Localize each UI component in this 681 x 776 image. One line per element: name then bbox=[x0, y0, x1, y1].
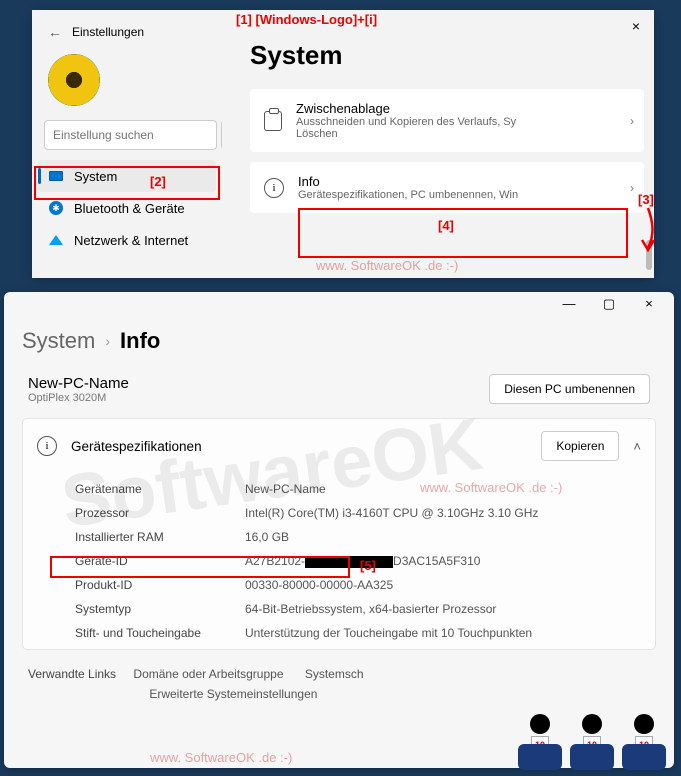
spec-title: Gerätespezifikationen bbox=[71, 439, 527, 454]
minimize-button[interactable]: — bbox=[552, 296, 586, 312]
sidebar-item-network[interactable]: Netzwerk & Internet bbox=[38, 224, 216, 256]
settings-window: ← Einstellungen ⌕ System ✱ Bluetooth & G… bbox=[32, 10, 654, 278]
link-advanced[interactable]: Erweiterte Systemeinstellungen bbox=[149, 684, 317, 704]
spec-row: ProzessorIntel(R) Core(TM) i3-4160T CPU … bbox=[75, 501, 651, 525]
spec-row: Systemtyp64-Bit-Betriebssystem, x64-basi… bbox=[75, 597, 651, 621]
page-title: System bbox=[250, 10, 644, 89]
sidebar-item-label: Bluetooth & Geräte bbox=[74, 201, 185, 216]
chevron-right-icon: › bbox=[630, 114, 634, 128]
spec-row-ram: Installierter RAM16,0 GB bbox=[75, 525, 651, 549]
link-domain[interactable]: Domäne oder Arbeitsgruppe bbox=[133, 664, 283, 684]
bluetooth-icon: ✱ bbox=[48, 200, 64, 216]
pc-model: OptiPlex 3020M bbox=[28, 392, 129, 404]
back-icon[interactable]: ← bbox=[48, 24, 62, 40]
info-icon: i bbox=[264, 178, 284, 198]
tile-subtitle: Ausschneiden und Kopieren des Verlaufs, … bbox=[296, 116, 516, 128]
settings-main: × System Zwischenablage Ausschneiden und… bbox=[222, 10, 654, 278]
sidebar-item-bluetooth[interactable]: ✱ Bluetooth & Geräte bbox=[38, 192, 216, 224]
tile-subtitle-2: Löschen bbox=[296, 128, 516, 140]
links-label: Verwandte Links bbox=[28, 667, 116, 681]
user-avatar[interactable] bbox=[48, 54, 100, 106]
info-icon: i bbox=[37, 436, 57, 456]
info-window: — ▢ × System › Info New-PC-Name OptiPlex… bbox=[4, 292, 674, 768]
spec-row: Stift- und ToucheingabeUnterstützung der… bbox=[75, 621, 651, 645]
judge-icon: 10 bbox=[621, 714, 667, 770]
sidebar-header: ← Einstellungen bbox=[38, 16, 216, 48]
judge-icon: 10 bbox=[517, 714, 563, 770]
sidebar-item-label: Netzwerk & Internet bbox=[74, 233, 188, 248]
pc-name: New-PC-Name bbox=[28, 375, 129, 392]
breadcrumb-info: Info bbox=[120, 328, 160, 354]
spec-row: GerätenameNew-PC-Name bbox=[75, 477, 651, 501]
scrollbar[interactable] bbox=[646, 240, 652, 270]
pc-name-row: New-PC-Name OptiPlex 3020M Diesen PC umb… bbox=[22, 368, 656, 418]
spec-header[interactable]: i Gerätespezifikationen Kopieren ˄ bbox=[23, 419, 655, 473]
copy-button[interactable]: Kopieren bbox=[541, 431, 619, 461]
link-system-protection[interactable]: Systemsch bbox=[305, 664, 364, 684]
redacted-bar bbox=[305, 556, 393, 568]
chevron-up-icon: ˄ bbox=[633, 439, 641, 454]
related-links: Verwandte Links Domäne oder Arbeitsgrupp… bbox=[22, 650, 656, 704]
chevron-right-icon: › bbox=[630, 181, 634, 195]
close-button[interactable]: × bbox=[624, 14, 648, 38]
rename-pc-button[interactable]: Diesen PC umbenennen bbox=[489, 374, 650, 404]
device-spec-card: i Gerätespezifikationen Kopieren ˄ Gerät… bbox=[22, 418, 656, 650]
display-icon bbox=[48, 168, 64, 184]
search-row: ⌕ bbox=[44, 120, 210, 150]
judge-icon: 10 bbox=[569, 714, 615, 770]
tile-title: Info bbox=[298, 174, 518, 189]
window-controls: — ▢ × bbox=[552, 296, 666, 312]
spec-body: GerätenameNew-PC-Name ProzessorIntel(R) … bbox=[23, 473, 655, 649]
window-title: Einstellungen bbox=[72, 25, 144, 39]
sidebar-item-label: System bbox=[74, 169, 117, 184]
settings-sidebar: ← Einstellungen ⌕ System ✱ Bluetooth & G… bbox=[32, 10, 222, 278]
chevron-right-icon: › bbox=[105, 333, 110, 349]
wifi-icon bbox=[48, 232, 64, 248]
tile-info[interactable]: i Info Gerätespezifikationen, PC umbenen… bbox=[250, 162, 644, 213]
close-button[interactable]: × bbox=[632, 296, 666, 312]
tile-subtitle: Gerätespezifikationen, PC umbenennen, Wi… bbox=[298, 189, 518, 201]
maximize-button[interactable]: ▢ bbox=[592, 296, 626, 312]
breadcrumb-system[interactable]: System bbox=[22, 328, 95, 354]
tile-title: Zwischenablage bbox=[296, 101, 516, 116]
search-input[interactable] bbox=[44, 120, 217, 150]
tile-clipboard[interactable]: Zwischenablage Ausschneiden und Kopieren… bbox=[250, 89, 644, 152]
spec-row: Produkt-ID00330-80000-00000-AA325 bbox=[75, 573, 651, 597]
sidebar-item-system[interactable]: System bbox=[38, 160, 216, 192]
spec-row: Geräte-IDA27B2102-D3AC15A5F310 bbox=[75, 549, 651, 573]
clipboard-icon bbox=[264, 111, 282, 131]
mascot-judges: 10 10 10 bbox=[517, 714, 667, 770]
